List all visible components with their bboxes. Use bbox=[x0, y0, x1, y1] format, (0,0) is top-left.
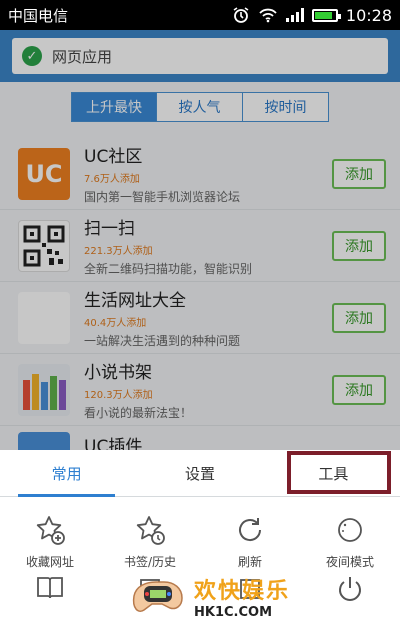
star-clock-icon bbox=[133, 513, 167, 547]
web-apps-page: ✓ 网页应用 上升最快 按人气 按时间 UC UC社区 7.6万人添加 国内第一… bbox=[0, 30, 400, 450]
app-name: 小说书架 bbox=[84, 363, 152, 383]
app-description: 一站解决生活遇到的种种问题 bbox=[84, 334, 241, 348]
shield-check-icon: ✓ bbox=[22, 46, 42, 66]
watermark-title: 欢快娱乐 bbox=[194, 579, 291, 604]
app-users: 120.3万人添加 bbox=[84, 390, 153, 401]
app-row-scan[interactable]: 扫一扫 221.3万人添加 全新二维码扫描功能，智能识别 添加 bbox=[0, 210, 400, 282]
uc-plugin-icon bbox=[18, 432, 70, 450]
uc-logo-icon: UC bbox=[18, 147, 70, 200]
alarm-icon bbox=[233, 7, 249, 23]
address-bar[interactable]: ✓ 网页应用 bbox=[12, 38, 388, 74]
menu-tab-settings[interactable]: 设置 bbox=[133, 450, 266, 496]
header: ✓ 网页应用 bbox=[0, 30, 400, 82]
tab-fastest-rising[interactable]: 上升最快 bbox=[71, 92, 157, 122]
app-name: UC社区 bbox=[84, 147, 143, 167]
menu-tabs: 常用 设置 工具 bbox=[0, 450, 400, 497]
star-add-icon bbox=[33, 513, 67, 547]
menu-item-bookmarks-history[interactable]: 书签/历史 bbox=[100, 513, 200, 570]
watermark: 欢快娱乐 HK1C.COM bbox=[128, 566, 290, 620]
app-name: UC插件 bbox=[84, 437, 143, 450]
add-button[interactable]: 添加 bbox=[332, 374, 386, 405]
gamepad-hand-icon bbox=[132, 581, 183, 612]
app-row-bookshelf[interactable]: 小说书架 120.3万人添加 看小说的最新法宝！ 添加 bbox=[0, 354, 400, 426]
life-links-icon bbox=[18, 291, 70, 344]
menu-item-label: 夜间模式 bbox=[325, 555, 374, 569]
app-users: 40.4万人添加 bbox=[84, 318, 147, 329]
refresh-icon bbox=[233, 513, 267, 547]
watermark-url: HK1C.COM bbox=[194, 605, 273, 620]
app-row-life-links[interactable]: 生活网址大全 40.4万人添加 一站解决生活遇到的种种问题 添加 bbox=[0, 282, 400, 354]
app-users: 7.6万人添加 bbox=[84, 174, 140, 185]
menu-item-book[interactable] bbox=[0, 574, 100, 604]
menu-tab-common[interactable]: 常用 bbox=[0, 450, 133, 497]
wifi-icon bbox=[259, 8, 277, 23]
menu-item-refresh[interactable]: 刷新 bbox=[200, 513, 300, 570]
add-button[interactable]: 添加 bbox=[332, 302, 386, 333]
moon-icon bbox=[333, 513, 367, 547]
menu-tab-tools[interactable]: 工具 bbox=[267, 450, 400, 496]
app-name: 生活网址大全 bbox=[84, 291, 186, 311]
sort-tabs: 上升最快 按人气 按时间 bbox=[0, 92, 400, 122]
menu-item-label: 收藏网址 bbox=[25, 555, 74, 569]
menu-item-exit[interactable] bbox=[300, 574, 400, 604]
app-row-uc-plugin[interactable]: UC插件 bbox=[0, 426, 400, 450]
battery-icon bbox=[311, 8, 341, 22]
menu-item-add-favorite[interactable]: 收藏网址 bbox=[0, 513, 100, 570]
bookshelf-icon bbox=[18, 363, 70, 416]
power-icon bbox=[339, 577, 361, 601]
app-users: 221.3万人添加 bbox=[84, 246, 153, 257]
address-bar-title: 网页应用 bbox=[52, 47, 113, 66]
signal-icon bbox=[285, 8, 304, 22]
app-row-uc-community[interactable]: UC UC社区 7.6万人添加 国内第一智能手机浏览器论坛 添加 bbox=[0, 138, 400, 210]
app-name: 扫一扫 bbox=[84, 219, 135, 239]
qr-code-icon bbox=[18, 219, 70, 272]
menu-grid: 收藏网址 书签/历史 刷新 夜间模式 bbox=[0, 497, 400, 570]
carrier-name: 中国电信 bbox=[8, 6, 69, 25]
app-description: 国内第一智能手机浏览器论坛 bbox=[84, 190, 241, 204]
add-button[interactable]: 添加 bbox=[332, 158, 386, 189]
add-button[interactable]: 添加 bbox=[332, 230, 386, 261]
tab-by-popularity[interactable]: 按人气 bbox=[157, 92, 243, 122]
app-description: 全新二维码扫描功能，智能识别 bbox=[84, 262, 253, 276]
battery-fill bbox=[314, 11, 333, 19]
app-description: 看小说的最新法宝！ bbox=[84, 406, 193, 420]
tab-by-time[interactable]: 按时间 bbox=[243, 92, 329, 122]
status-bar: 中国电信 10:28 bbox=[0, 0, 400, 30]
clock: 10:28 bbox=[345, 5, 392, 25]
book-icon bbox=[37, 577, 63, 599]
menu-item-night-mode[interactable]: 夜间模式 bbox=[300, 513, 400, 570]
